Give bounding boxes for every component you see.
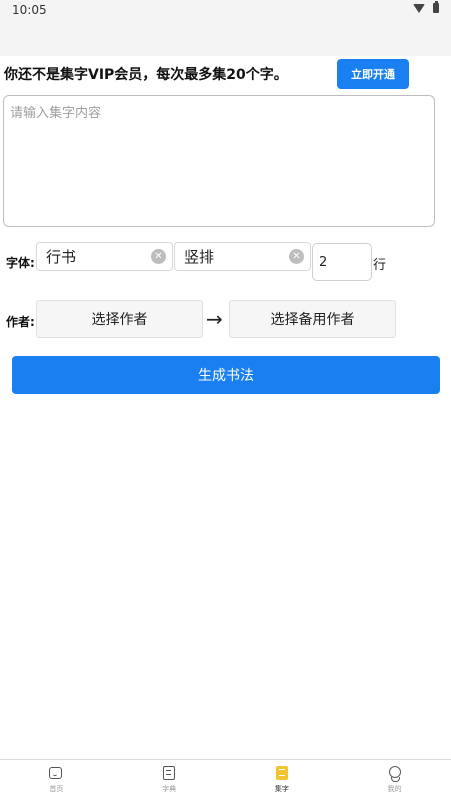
nav-label: 我的 [387, 785, 402, 793]
generate-calligraphy-button[interactable]: 生成书法 [12, 356, 440, 394]
layout-value: 竖排 [184, 248, 215, 266]
status-bar: 10:05 [0, 0, 451, 56]
nav-label: 字典 [162, 785, 177, 793]
font-style-field[interactable]: 行书 ✕ [36, 242, 173, 271]
arrow-right-icon: → [206, 307, 223, 331]
status-icons [413, 1, 439, 13]
nav-item-collect[interactable]: 集字 [226, 760, 339, 802]
nav-item-dictionary[interactable]: 字典 [113, 760, 226, 802]
home-icon [49, 766, 63, 780]
select-backup-author-button[interactable]: 选择备用作者 [229, 300, 396, 338]
status-time: 10:05 [12, 3, 47, 17]
layout-field[interactable]: 竖排 ✕ [174, 242, 311, 271]
nav-item-profile[interactable]: 我的 [338, 760, 451, 802]
dictionary-icon [162, 766, 176, 780]
nav-label: 首页 [49, 785, 64, 793]
author-label: 作者: [6, 315, 35, 329]
battery-icon [433, 1, 439, 13]
select-author-button[interactable]: 选择作者 [36, 300, 203, 338]
nav-label: 集字 [274, 785, 289, 793]
font-label: 字体: [6, 256, 35, 270]
font-style-value: 行书 [46, 248, 77, 266]
content-input[interactable] [3, 95, 435, 227]
clear-icon[interactable]: ✕ [289, 249, 304, 264]
activate-vip-button[interactable]: 立即开通 [337, 59, 409, 89]
wifi-icon [413, 3, 425, 13]
profile-icon [388, 766, 402, 782]
bottom-navigation: 首页 字典 集字 我的 [0, 759, 451, 802]
nav-item-home[interactable]: 首页 [0, 760, 113, 802]
clear-icon[interactable]: ✕ [151, 249, 166, 264]
vip-notice-text: 你还不是集字VIP会员，每次最多集20个字。 [4, 67, 288, 83]
lines-count-input[interactable] [312, 243, 372, 281]
collect-icon [275, 766, 289, 780]
lines-unit-label: 行 [373, 258, 387, 273]
